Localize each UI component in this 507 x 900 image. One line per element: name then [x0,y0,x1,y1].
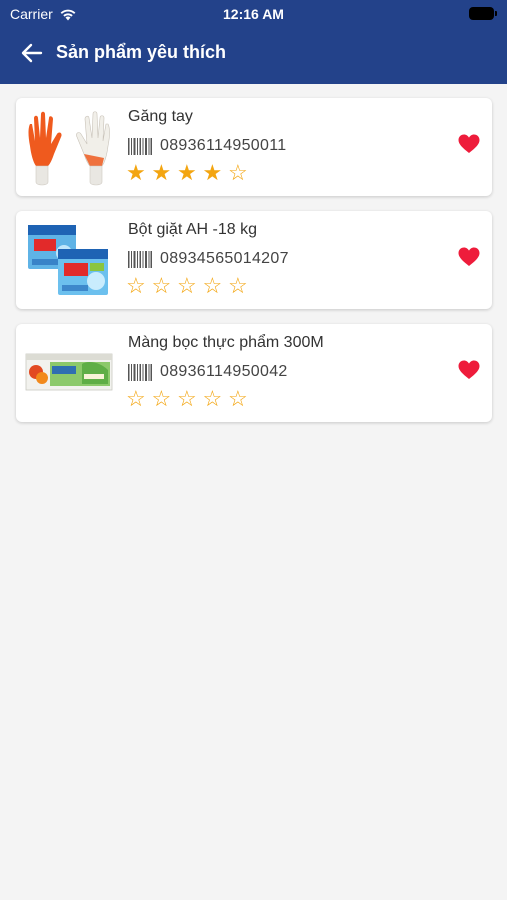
star-empty-icon: ☆ [202,386,226,411]
star-empty-icon: ☆ [177,386,200,411]
star-rating: ☆ ☆ ☆ ☆ ☆ [126,275,254,297]
star-filled-icon: ★ [151,160,175,185]
barcode-icon [128,363,152,381]
product-name: Bột giặt AH -18 kg [128,221,257,238]
product-card[interactable]: Màng bọc thực phẩm 300M 08936114950042 ☆… [16,324,492,422]
star-rating: ★ ★ ★ ★ ☆ [126,162,254,184]
star-empty-icon: ☆ [126,386,149,411]
product-image-detergent [24,219,114,301]
barcode-icon [128,137,152,155]
arrow-left-icon[interactable] [20,42,44,64]
star-empty-icon: ☆ [202,273,226,298]
star-empty-icon: ☆ [151,386,175,411]
status-bar: Carrier 12:16 AM [0,0,507,28]
star-filled-icon: ★ [177,160,200,185]
product-card[interactable]: Bột giặt AH -18 kg 08934565014207 ☆ ☆ ☆ ☆ ☆ [16,211,492,309]
star-empty-icon: ☆ [228,273,251,298]
star-empty-icon: ☆ [151,273,175,298]
star-filled-icon: ★ [202,160,226,185]
product-barcode: 08936114950011 [160,137,287,154]
product-name: Màng bọc thực phẩm 300M [128,334,324,351]
app-header: Carrier 12:16 AM Sản phẩm yêu thích [0,0,507,84]
heart-icon[interactable] [458,360,480,380]
page-title: Sản phẩm yêu thích [56,42,227,62]
barcode-row: 08936114950011 [128,136,286,156]
product-image-food-wrap [24,332,114,414]
battery-icon [469,7,497,20]
star-empty-icon: ☆ [228,386,251,411]
barcode-row: 08934565014207 [128,249,289,269]
star-empty-icon: ☆ [126,273,149,298]
product-barcode: 08934565014207 [160,250,289,267]
star-empty-icon: ☆ [177,273,200,298]
product-card[interactable]: Găng tay 08936114950011 ★ ★ ★ ★ ☆ [16,98,492,196]
product-name: Găng tay [128,108,193,125]
product-barcode: 08936114950042 [160,363,288,380]
barcode-icon [128,250,152,268]
heart-icon[interactable] [458,247,480,267]
heart-icon[interactable] [458,134,480,154]
star-filled-icon: ★ [126,160,149,185]
nav-bar: Sản phẩm yêu thích [0,38,507,68]
status-time: 12:16 AM [223,6,284,22]
product-image-gloves [24,106,114,188]
favorite-product-list: Găng tay 08936114950011 ★ ★ ★ ★ ☆ Bột gi… [16,98,492,437]
star-empty-icon: ☆ [228,160,251,185]
star-rating: ☆ ☆ ☆ ☆ ☆ [126,388,254,410]
barcode-row: 08936114950042 [128,362,288,382]
